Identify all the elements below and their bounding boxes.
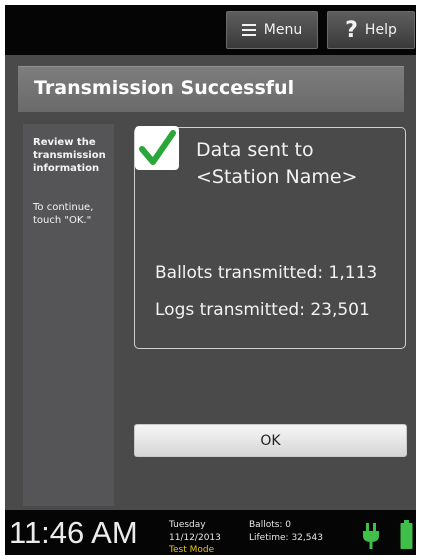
help-label: Help	[364, 22, 397, 38]
date: 11/12/2013	[169, 533, 221, 543]
menu-icon	[241, 24, 256, 36]
top-bar: Menu ? Help	[5, 5, 416, 55]
main-panel: Transmission Successful Review the trans…	[5, 55, 416, 510]
voting-device-screen: Menu ? Help Transmission Successful Revi…	[5, 5, 416, 555]
logs-transmitted: Logs transmitted: 23,501	[155, 300, 370, 320]
power-plug-icon	[363, 523, 379, 549]
check-icon	[135, 126, 179, 170]
help-icon: ?	[345, 17, 358, 43]
instruction-panel: Review the transmission information To c…	[23, 124, 114, 506]
instruction-text: To continue, touch "OK."	[33, 202, 94, 226]
station-name: <Station Name>	[196, 166, 358, 188]
clock: 11:46 AM	[9, 515, 138, 550]
title-bar: Transmission Successful	[18, 66, 404, 112]
ballots-transmitted: Ballots transmitted: 1,113	[155, 263, 378, 283]
day-of-week: Tuesday	[169, 520, 206, 530]
menu-button[interactable]: Menu	[226, 11, 318, 49]
battery-icon	[400, 520, 413, 549]
ballot-count: Ballots: 0	[249, 520, 292, 530]
test-mode-indicator: Test Mode	[169, 545, 215, 555]
sent-to-label: Data sent to	[196, 139, 314, 161]
instruction-heading: Review the transmission information	[33, 137, 106, 174]
menu-label: Menu	[263, 22, 303, 38]
ok-button[interactable]: OK	[134, 424, 407, 457]
lifetime-count: Lifetime: 32,543	[249, 533, 323, 543]
page-title: Transmission Successful	[34, 77, 295, 99]
status-bar: 11:46 AM Tuesday 11/12/2013 Test Mode Ba…	[5, 510, 416, 555]
transmission-summary-card: Data sent to <Station Name> Ballots tran…	[134, 126, 406, 349]
help-button[interactable]: ? Help	[327, 11, 415, 49]
